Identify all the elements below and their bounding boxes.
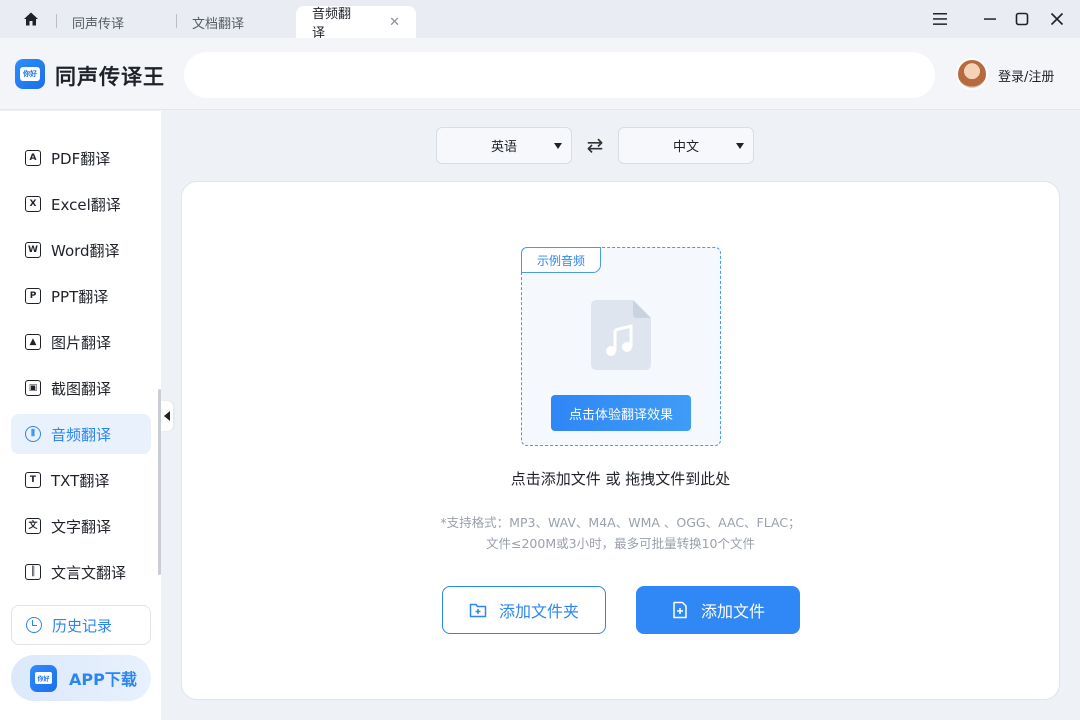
ppt-icon: P (25, 288, 41, 304)
app-download-button[interactable]: 你好 APP下载 (11, 655, 151, 701)
text-icon: 文 (25, 518, 41, 534)
tab-close-icon[interactable]: ✕ (389, 15, 400, 30)
sidebar-item-label: PDF翻译 (51, 149, 111, 168)
tab-document[interactable]: 文档翻译 (192, 6, 244, 38)
home-icon (24, 12, 38, 26)
try-translation-button[interactable]: 点击体验翻译效果 (551, 395, 691, 431)
image-icon: ▲ (25, 334, 41, 350)
source-language-select[interactable]: 英语 (436, 127, 572, 164)
sidebar-item-label: 文字翻译 (51, 517, 112, 536)
chevron-down-icon (736, 143, 744, 149)
logo-text: 你好 (20, 67, 40, 81)
sidebar-item-excel[interactable]: X Excel翻译 (11, 184, 151, 224)
swap-languages-button[interactable]: ⇄ (584, 133, 606, 157)
sidebar-item-word[interactable]: W Word翻译 (11, 230, 151, 270)
sidebar-item-label: 图片翻译 (51, 333, 112, 352)
source-language-value: 英语 (490, 140, 517, 155)
chevron-down-icon (554, 143, 562, 149)
sidebar-item-label: 截图翻译 (51, 379, 112, 398)
audio-wave-icon: ⦀ (25, 426, 41, 442)
limits-line: 文件≤200M或3小时，最多可批量转换10个文件 (486, 536, 755, 551)
tab-simultaneous[interactable]: 同声传译 (72, 6, 124, 38)
sidebar-item-pdf[interactable]: A PDF翻译 (11, 138, 151, 178)
word-icon: W (25, 242, 41, 258)
minimize-icon (984, 18, 996, 20)
menu-icon (933, 13, 947, 25)
logo-text: 你好 (35, 672, 52, 684)
sidebar-item-audio[interactable]: ⦀ 音频翻译 (11, 414, 151, 454)
sidebar: A PDF翻译 X Excel翻译 W Word翻译 P PPT翻译 ▲ 图片翻… (0, 111, 161, 720)
clock-icon (26, 617, 42, 633)
sidebar-item-label: TXT翻译 (51, 471, 110, 490)
home-button[interactable] (18, 8, 44, 30)
pdf-icon: A (25, 150, 41, 166)
excel-icon: X (25, 196, 41, 212)
sidebar-item-label: PPT翻译 (51, 287, 109, 306)
sidebar-item-label: Excel翻译 (51, 195, 121, 214)
classical-text-icon: ║ (25, 564, 41, 580)
sidebar-item-label: 音频翻译 (51, 425, 112, 444)
avatar[interactable] (956, 58, 988, 90)
minimize-button[interactable] (978, 8, 1002, 30)
target-language-select[interactable]: 中文 (618, 127, 754, 164)
target-language-value: 中文 (672, 140, 699, 155)
app-logo: 你好 (15, 59, 45, 89)
tab-label: 同声传译 (72, 16, 125, 32)
music-file-icon (591, 300, 651, 370)
login-register-link[interactable]: 登录/注册 (998, 66, 1054, 85)
sidebar-item-classical-chinese[interactable]: ║ 文言文翻译 (11, 552, 151, 592)
folder-add-icon (469, 603, 487, 618)
search-input[interactable] (184, 52, 935, 98)
app-logo-icon: 你好 (30, 664, 57, 692)
file-add-icon (673, 601, 687, 619)
tab-label: 音频翻译 (312, 7, 352, 41)
supported-formats: *支持格式：MP3、WAV、M4A、WMA 、OGG、AAC、FLAC； 文件≤… (181, 512, 1060, 554)
add-file-button[interactable]: 添加文件 (636, 586, 800, 634)
app-title: 同声传译王 (55, 65, 165, 89)
sidebar-collapse-button[interactable] (161, 401, 173, 431)
maximize-icon (1015, 12, 1029, 26)
sample-audio-tag[interactable]: 示例音频 (521, 247, 601, 273)
add-file-label: 添加文件 (700, 602, 765, 621)
history-button[interactable]: 历史记录 (11, 605, 151, 645)
sidebar-item-txt[interactable]: T TXT翻译 (11, 460, 151, 500)
menu-button[interactable] (928, 8, 952, 30)
tab-label: 文档翻译 (192, 16, 245, 32)
close-button[interactable] (1045, 8, 1069, 30)
sidebar-item-text[interactable]: 文 文字翻译 (11, 506, 151, 546)
screenshot-icon: ▣ (25, 380, 41, 396)
close-icon (1050, 12, 1064, 26)
swap-icon: ⇄ (586, 133, 604, 157)
sidebar-item-label: 文言文翻译 (51, 563, 127, 582)
app-download-label: APP下载 (69, 670, 137, 689)
txt-icon: T (25, 472, 41, 488)
tab-separator (56, 14, 57, 28)
tab-separator (176, 14, 177, 28)
formats-line: *支持格式：MP3、WAV、M4A、WMA 、OGG、AAC、FLAC； (440, 515, 801, 530)
tab-audio[interactable]: 音频翻译 ✕ (296, 6, 416, 41)
sidebar-item-image[interactable]: ▲ 图片翻译 (11, 322, 151, 362)
history-label: 历史记录 (52, 616, 113, 635)
app-header: 你好 同声传译王 登录/注册 (0, 38, 1080, 110)
title-bar: 同声传译 文档翻译 音频翻译 ✕ (0, 0, 1080, 41)
add-folder-button[interactable]: 添加文件夹 (442, 586, 606, 634)
sidebar-item-ppt[interactable]: P PPT翻译 (11, 276, 151, 316)
maximize-button[interactable] (1010, 8, 1034, 30)
add-folder-label: 添加文件夹 (498, 602, 579, 621)
drop-hint: 点击添加文件 或 拖拽文件到此处 (510, 470, 731, 488)
sidebar-item-screenshot[interactable]: ▣ 截图翻译 (11, 368, 151, 408)
sidebar-item-label: Word翻译 (51, 241, 120, 260)
